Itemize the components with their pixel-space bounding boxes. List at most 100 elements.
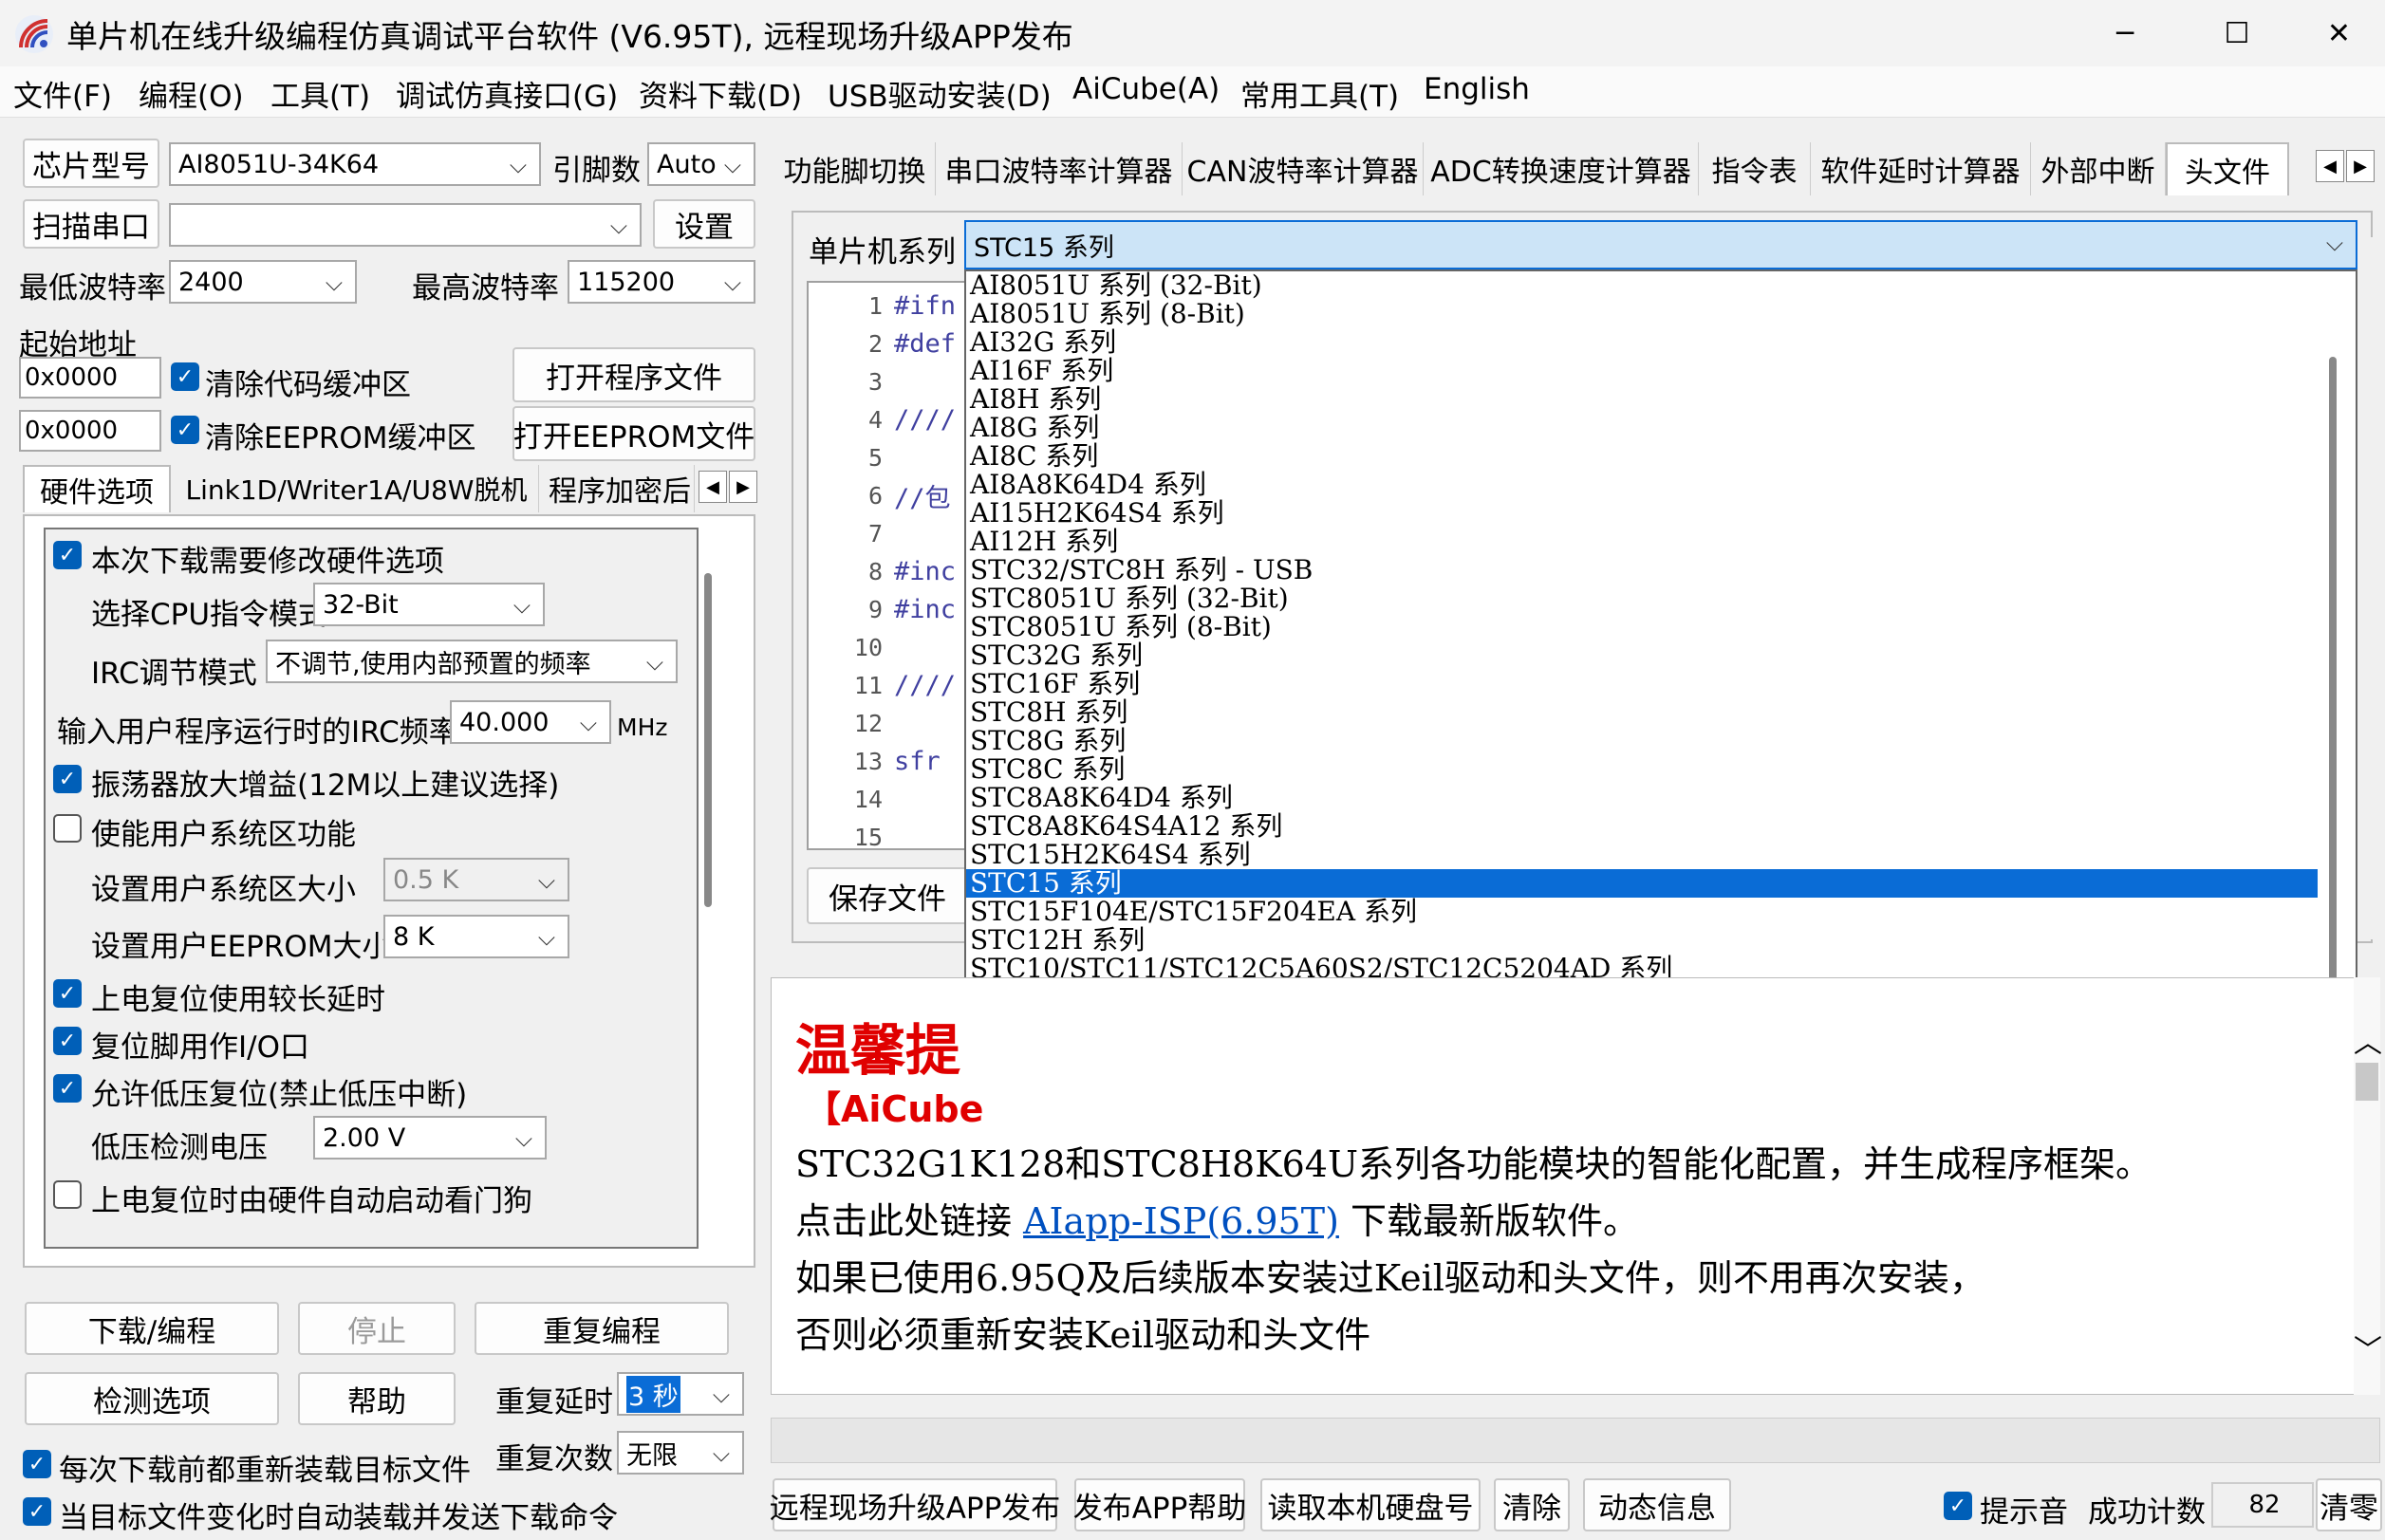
auto-reload-checkbox[interactable]: ✓ [23,1497,51,1526]
lvd-reset-checkbox[interactable]: ✓ [53,1074,82,1103]
user-system-checkbox[interactable] [53,814,82,843]
open-program-file-button[interactable]: 打开程序文件 [512,347,755,402]
irc-mode-select[interactable]: 不调节,使用内部预置的频率 ⌵ [266,640,678,683]
port-select[interactable]: ⌵ [169,203,642,247]
dropdown-option[interactable]: STC32/STC8H 系列 - USB [966,556,2318,584]
tab-header-files[interactable]: 头文件 [2166,142,2289,195]
dropdown-option[interactable]: STC16F 系列 [966,670,2318,698]
dropdown-option[interactable]: STC8A8K64D4 系列 [966,784,2318,812]
dropdown-option[interactable]: AI12H 系列 [966,528,2318,556]
dropdown-option[interactable]: STC15 系列 [966,869,2318,898]
tab-scroll-right-icon[interactable]: ▶ [2346,150,2375,182]
save-file-button[interactable]: 保存文件 [807,867,968,924]
dropdown-option[interactable]: STC32G 系列 [966,641,2318,670]
menu-common-tools[interactable]: 常用工具(T) [1240,72,1399,115]
scrollbar-thumb[interactable] [704,573,712,907]
close-button[interactable]: ✕ [2293,0,2385,66]
tab-adc-speed-calculator[interactable]: ADC转换速度计算器 [1424,142,1699,195]
dropdown-option[interactable]: STC8G 系列 [966,727,2318,755]
code-start-address-input[interactable]: 0x0000 [19,357,161,399]
tab-scroll-left-icon[interactable]: ◀ [699,471,727,503]
open-eeprom-file-button[interactable]: 打开EEPROM文件 [512,406,755,461]
tab-can-baud-calculator[interactable]: CAN波特率计算器 [1183,142,1424,195]
menu-tools[interactable]: 工具(T) [270,72,370,115]
dropdown-option[interactable]: STC8A8K64S4A12 系列 [966,812,2318,841]
help-button[interactable]: 帮助 [298,1372,456,1425]
dropdown-option[interactable]: STC8H 系列 [966,698,2318,727]
pins-select[interactable]: Auto ⌵ [647,142,755,186]
reload-before-checkbox[interactable]: ✓ [23,1450,51,1478]
osc-gain-checkbox[interactable]: ✓ [53,765,82,793]
minimize-button[interactable]: ─ [2069,0,2181,66]
user-system-size-select[interactable]: 0.5 K ⌵ [383,858,569,901]
clear-eeprom-checkbox[interactable]: ✓ [171,416,199,444]
tab-instruction-table[interactable]: 指令表 [1699,142,1811,195]
maximize-button[interactable]: ☐ [2181,0,2293,66]
download-link[interactable]: AIapp-ISP(6.95T) [1023,1200,1339,1242]
user-eeprom-size-select[interactable]: 8 K ⌵ [383,915,569,958]
dynamic-info-button[interactable]: 动态信息 [1583,1478,1731,1531]
dropdown-option[interactable]: STC8051U 系列 (8-Bit) [966,613,2318,641]
chip-model-button[interactable]: 芯片型号 [23,139,159,188]
max-baud-select[interactable]: 115200 ⌵ [568,260,755,304]
tab-scroll-left-icon[interactable]: ◀ [2316,150,2344,182]
tab-offline-writer[interactable]: Link1D/Writer1A/U8W脱机 [175,465,539,512]
tab-uart-baud-calculator[interactable]: 串口波特率计算器 [936,142,1183,195]
scroll-up-icon[interactable]: ︿ [2354,1019,2382,1061]
remote-upgrade-button[interactable]: 远程现场升级APP发布 [770,1478,1060,1531]
tab-scroll-right-icon[interactable]: ▶ [729,471,757,503]
dropdown-option[interactable]: AI15H2K64S4 系列 [966,499,2318,528]
dropdown-option[interactable]: STC8051U 系列 (32-Bit) [966,584,2318,613]
irc-frequency-input[interactable]: 40.000 ⌵ [450,700,611,744]
lvd-voltage-select[interactable]: 2.00 V ⌵ [313,1116,547,1160]
menu-aicube[interactable]: AiCube(A) [1072,72,1220,106]
watchdog-checkbox[interactable] [53,1180,82,1209]
detect-options-button[interactable]: 检测选项 [25,1372,279,1425]
clear-button[interactable]: 清除 [1494,1478,1570,1531]
dropdown-option[interactable]: AI32G 系列 [966,328,2318,357]
reset-count-button[interactable]: 清零 [2316,1478,2382,1531]
dropdown-option[interactable]: STC12H 系列 [966,926,2318,955]
repeat-delay-select[interactable]: 3 秒 ⌵ [617,1372,744,1416]
repeat-count-select[interactable]: 无限 ⌵ [617,1431,744,1475]
settings-button[interactable]: 设置 [653,199,755,249]
tab-external-interrupt[interactable]: 外部中断 [2031,142,2166,195]
long-delay-checkbox[interactable]: ✓ [53,979,82,1008]
mcu-series-select[interactable]: STC15 系列 ⌵ [964,220,2357,269]
modify-hw-checkbox[interactable]: ✓ [53,541,82,569]
stop-button[interactable]: 停止 [298,1302,456,1355]
download-program-button[interactable]: 下载/编程 [25,1302,279,1355]
dropdown-option[interactable]: STC15F104E/STC15F204EA 系列 [966,898,2318,926]
reprogram-button[interactable]: 重复编程 [475,1302,729,1355]
tab-pin-switch[interactable]: 功能脚切换 [774,142,936,195]
clear-code-checkbox[interactable]: ✓ [171,362,199,391]
menu-english[interactable]: English [1424,72,1530,106]
menu-usb-driver[interactable]: USB驱动安装(D) [828,72,1052,115]
chip-model-select[interactable]: AI8051U-34K64 ⌵ [169,142,541,186]
info-scrollbar-thumb[interactable] [2356,1063,2378,1101]
dropdown-option[interactable]: STC15H2K64S4 系列 [966,841,2318,869]
dropdown-option[interactable]: AI8051U 系列 (32-Bit) [966,271,2318,300]
dropdown-option[interactable]: AI8051U 系列 (8-Bit) [966,300,2318,328]
dropdown-option[interactable]: AI8C 系列 [966,442,2318,471]
reset-io-checkbox[interactable]: ✓ [53,1027,82,1055]
menu-program[interactable]: 编程(O) [139,72,244,115]
menu-debug-interface[interactable]: 调试仿真接口(G) [396,72,618,115]
dropdown-option[interactable]: STC8C 系列 [966,755,2318,784]
dropdown-option[interactable]: AI16F 系列 [966,357,2318,385]
eeprom-start-address-input[interactable]: 0x0000 [19,410,161,452]
min-baud-select[interactable]: 2400 ⌵ [169,260,357,304]
cpu-mode-select[interactable]: 32-Bit ⌵ [313,583,545,626]
read-disk-id-button[interactable]: 读取本机硬盘号 [1260,1478,1481,1531]
dropdown-option[interactable]: AI8A8K64D4 系列 [966,471,2318,499]
tab-delay-calculator[interactable]: 软件延时计算器 [1811,142,2031,195]
dropdown-option[interactable]: AI8G 系列 [966,414,2318,442]
publish-app-help-button[interactable]: 发布APP帮助 [1073,1478,1246,1531]
scroll-down-icon[interactable]: ﹀ [2354,1327,2382,1368]
menu-file[interactable]: 文件(F) [13,72,112,115]
tab-hardware-options[interactable]: 硬件选项 [23,465,171,512]
scan-port-button[interactable]: 扫描串口 [23,199,159,249]
dropdown-option[interactable]: AI8H 系列 [966,385,2318,414]
beep-checkbox[interactable]: ✓ [1944,1492,1972,1520]
tab-encryption[interactable]: 程序加密后 [543,465,695,512]
